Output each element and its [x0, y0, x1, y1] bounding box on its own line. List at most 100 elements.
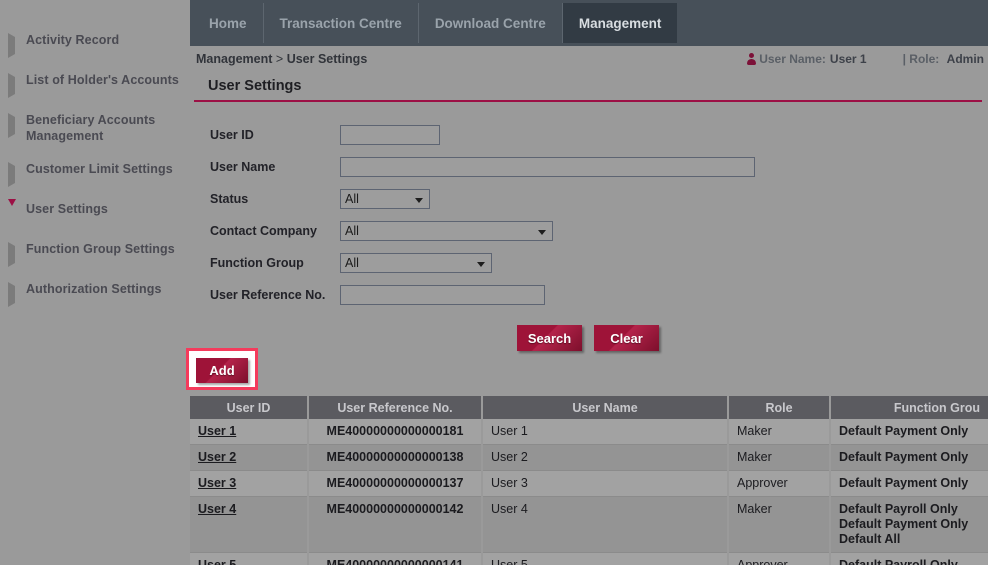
sidebar-item-label: List of Holder's Accounts [26, 72, 179, 88]
user-id-link[interactable]: User 2 [198, 450, 236, 464]
status-label: Status [190, 192, 340, 206]
chevron-down-icon [477, 262, 485, 267]
cell-user-reference-no: ME40000000000000142 [308, 497, 482, 553]
clear-button[interactable]: Clear [594, 325, 659, 351]
sidebar-item-label: Authorization Settings [26, 281, 162, 297]
cell-user-name: User 5 [482, 553, 728, 565]
cell-function-group: Default Payment Only [830, 419, 988, 445]
sidebar-item-customer-limit-settings[interactable]: Customer Limit Settings [0, 161, 190, 184]
form-row-status: Status All [190, 183, 988, 215]
chevron-right-icon [8, 117, 20, 135]
cell-role: Approver [728, 553, 830, 565]
status-select[interactable]: All [340, 189, 430, 209]
cell-user-reference-no: ME40000000000000141 [308, 553, 482, 565]
column-header-role[interactable]: Role [728, 396, 830, 419]
search-button[interactable]: Search [517, 325, 582, 351]
sidebar-item-list-of-holders-accounts[interactable]: List of Holder's Accounts [0, 72, 190, 95]
chevron-down-icon [538, 230, 546, 235]
cell-user-name: User 3 [482, 471, 728, 497]
column-header-user-reference-no[interactable]: User Reference No. [308, 396, 482, 419]
user-id-link[interactable]: User 5 [198, 558, 236, 565]
user-name-value: User 1 [830, 52, 867, 66]
breadcrumb: Management > User Settings [196, 52, 367, 66]
chevron-right-icon [8, 286, 20, 304]
column-header-user-id[interactable]: User ID [190, 396, 308, 419]
cell-user-name: User 4 [482, 497, 728, 553]
sidebar-item-label: Function Group Settings [26, 241, 175, 257]
cell-user-id: User 3 [190, 471, 308, 497]
user-info: User Name: User 1 | Role: Admin [746, 52, 984, 66]
page-title: User Settings [190, 73, 988, 100]
form-row-function-group: Function Group All [190, 247, 988, 279]
search-form: User ID User Name Status All Contact Com… [190, 102, 988, 311]
user-reference-no-input[interactable] [340, 285, 545, 305]
user-name-label: User Name: [759, 52, 826, 66]
page-root: Activity Record List of Holder's Account… [0, 0, 988, 565]
user-role-label: | Role: [903, 52, 940, 66]
cell-user-name: User 1 [482, 419, 728, 445]
breadcrumb-parent[interactable]: Management [196, 52, 272, 66]
table-row[interactable]: User 4 ME40000000000000142 User 4 Maker … [190, 497, 988, 553]
form-row-user-id: User ID [190, 119, 988, 151]
user-id-link[interactable]: User 1 [198, 424, 236, 438]
cell-role: Maker [728, 419, 830, 445]
add-button[interactable]: Add [196, 358, 248, 383]
chevron-right-icon [8, 37, 20, 55]
cell-role: Maker [728, 497, 830, 553]
user-name-input[interactable] [340, 157, 755, 177]
cell-user-id: User 5 [190, 553, 308, 565]
contact-company-select-value: All [345, 224, 359, 238]
user-id-label: User ID [190, 128, 340, 142]
table-body: User 1 ME40000000000000181 User 1 Maker … [190, 419, 988, 565]
chevron-down-icon [415, 198, 423, 203]
contact-company-select[interactable]: All [340, 221, 553, 241]
tab-home[interactable]: Home [193, 3, 264, 43]
user-reference-no-label: User Reference No. [190, 288, 340, 302]
cell-user-name: User 2 [482, 445, 728, 471]
cell-role: Maker [728, 445, 830, 471]
chevron-down-icon [8, 206, 20, 224]
contact-company-label: Contact Company [190, 224, 340, 238]
sidebar-item-label: Activity Record [26, 32, 119, 48]
function-group-select[interactable]: All [340, 253, 492, 273]
top-navigation-tabs: Home Transaction Centre Download Centre … [190, 0, 988, 46]
tab-transaction-centre[interactable]: Transaction Centre [264, 3, 419, 43]
cell-role: Approver [728, 471, 830, 497]
breadcrumb-separator: > [276, 52, 283, 66]
form-row-user-name: User Name [190, 151, 988, 183]
sidebar-item-beneficiary-accounts-management[interactable]: Beneficiary Accounts Management [0, 112, 190, 144]
sidebar-item-function-group-settings[interactable]: Function Group Settings [0, 241, 190, 264]
sidebar-item-label: Customer Limit Settings [26, 161, 173, 177]
user-id-input[interactable] [340, 125, 440, 145]
user-role-value: Admin [947, 52, 984, 66]
user-id-link[interactable]: User 3 [198, 476, 236, 490]
user-name-label: User Name [190, 160, 340, 174]
cell-user-reference-no: ME40000000000000138 [308, 445, 482, 471]
sidebar: Activity Record List of Holder's Account… [0, 0, 190, 565]
sidebar-item-activity-record[interactable]: Activity Record [0, 32, 190, 55]
column-header-user-name[interactable]: User Name [482, 396, 728, 419]
breadcrumb-row: Management > User Settings User Name: Us… [190, 46, 988, 73]
column-header-function-group[interactable]: Function Grou [830, 396, 988, 419]
table-row[interactable]: User 1 ME40000000000000181 User 1 Maker … [190, 419, 988, 445]
chevron-right-icon [8, 246, 20, 264]
sidebar-item-authorization-settings[interactable]: Authorization Settings [0, 281, 190, 304]
user-role: | Role: Admin [903, 52, 984, 66]
tab-management[interactable]: Management [563, 3, 678, 43]
add-button-highlight: Add [186, 348, 258, 390]
results-table-container: User ID User Reference No. User Name Rol… [190, 396, 988, 565]
cell-function-group: Default Payroll Only Default Payment Onl… [830, 497, 988, 553]
user-id-link[interactable]: User 4 [198, 502, 236, 516]
function-group-select-value: All [345, 256, 359, 270]
table-row[interactable]: User 3 ME40000000000000137 User 3 Approv… [190, 471, 988, 497]
table-row[interactable]: User 5 ME40000000000000141 User 5 Approv… [190, 553, 988, 565]
cell-function-group: Default Payment Only [830, 445, 988, 471]
form-row-contact-company: Contact Company All [190, 215, 988, 247]
table-row[interactable]: User 2 ME40000000000000138 User 2 Maker … [190, 445, 988, 471]
sidebar-item-user-settings[interactable]: User Settings [0, 201, 190, 224]
cell-user-reference-no: ME40000000000000137 [308, 471, 482, 497]
function-group-label: Function Group [190, 256, 340, 270]
chevron-right-icon [8, 166, 20, 184]
cell-user-id: User 2 [190, 445, 308, 471]
tab-download-centre[interactable]: Download Centre [419, 3, 563, 43]
